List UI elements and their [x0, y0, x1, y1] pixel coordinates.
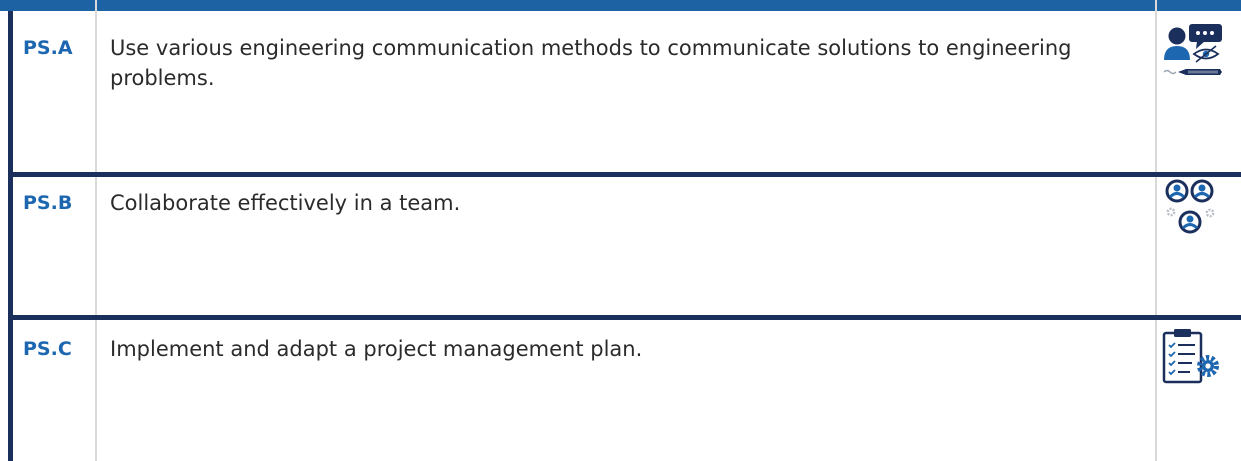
row-divider	[8, 315, 1241, 320]
divider-tick	[1155, 315, 1157, 320]
standard-code: PS.C	[23, 338, 72, 360]
column-divider	[95, 0, 97, 461]
divider-tick	[1155, 172, 1157, 177]
row-divider	[8, 172, 1241, 177]
standard-code: PS.A	[23, 37, 73, 59]
standards-table: PS.A Use various engineering communicati…	[0, 0, 1241, 461]
standard-description: Collaborate effectively in a team.	[110, 191, 461, 215]
table-top-border	[0, 0, 1241, 11]
standard-code: PS.B	[23, 192, 73, 214]
team-collaboration-icon	[1165, 179, 1215, 234]
standard-description: Implement and adapt a project management…	[110, 337, 643, 361]
communication-icon	[1163, 24, 1222, 75]
project-plan-icon	[1162, 329, 1219, 384]
table-left-border	[8, 11, 13, 461]
standard-description: Use various engineering communication me…	[110, 36, 1072, 90]
column-divider	[1155, 0, 1157, 461]
divider-tick	[95, 315, 97, 320]
divider-tick	[95, 172, 97, 177]
